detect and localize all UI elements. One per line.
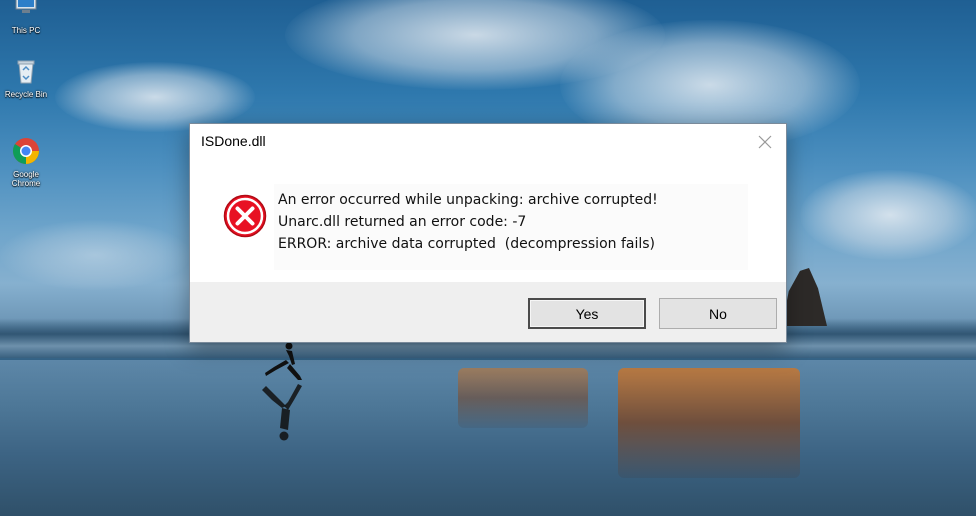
sea-rock [782,268,827,326]
computer-icon [15,0,37,13]
desktop-background: This PC Recycle Bin Google Chrome ISDone… [0,0,976,516]
message-line: ERROR: archive data corrupted (decompres… [278,236,656,252]
message-line: An error occurred while unpacking: archi… [278,192,658,208]
cloud [0,220,190,290]
dialog-title-bar[interactable]: ISDone.dll [190,124,786,162]
desktop-icon-recycle-bin[interactable]: Recycle Bin [0,56,52,99]
message-line: Unarc.dll returned an error code: -7 [278,214,527,230]
chrome-icon [12,138,40,165]
dialog-button-bar: Yes No [190,282,786,342]
desktop-icon-google-chrome[interactable]: Google Chrome [0,136,52,188]
close-icon [758,135,772,149]
message-area: An error occurred while unpacking: archi… [274,184,748,270]
desktop-icon-label: This PC [11,26,41,35]
close-button[interactable] [750,130,780,154]
desktop-icon-this-pc[interactable]: This PC [0,0,52,35]
runner-reflection [262,384,302,441]
dialog-title: ISDone.dll [201,133,266,149]
rock-reflection [618,368,800,478]
dialog-content: An error occurred while unpacking: archi… [190,162,786,282]
desktop-icon-label: Google Chrome [11,170,41,188]
cloud [55,62,255,132]
no-button[interactable]: No [659,298,777,329]
recycle-bin-icon [17,60,35,84]
error-dialog: ISDone.dll An error occurred while unpac… [189,123,787,343]
yes-button[interactable]: Yes [528,298,646,329]
desktop-icon-label: Recycle Bin [4,90,48,99]
rock-reflection [458,368,588,428]
runner-silhouette [265,342,302,380]
error-icon [223,194,267,238]
cloud [800,170,976,260]
